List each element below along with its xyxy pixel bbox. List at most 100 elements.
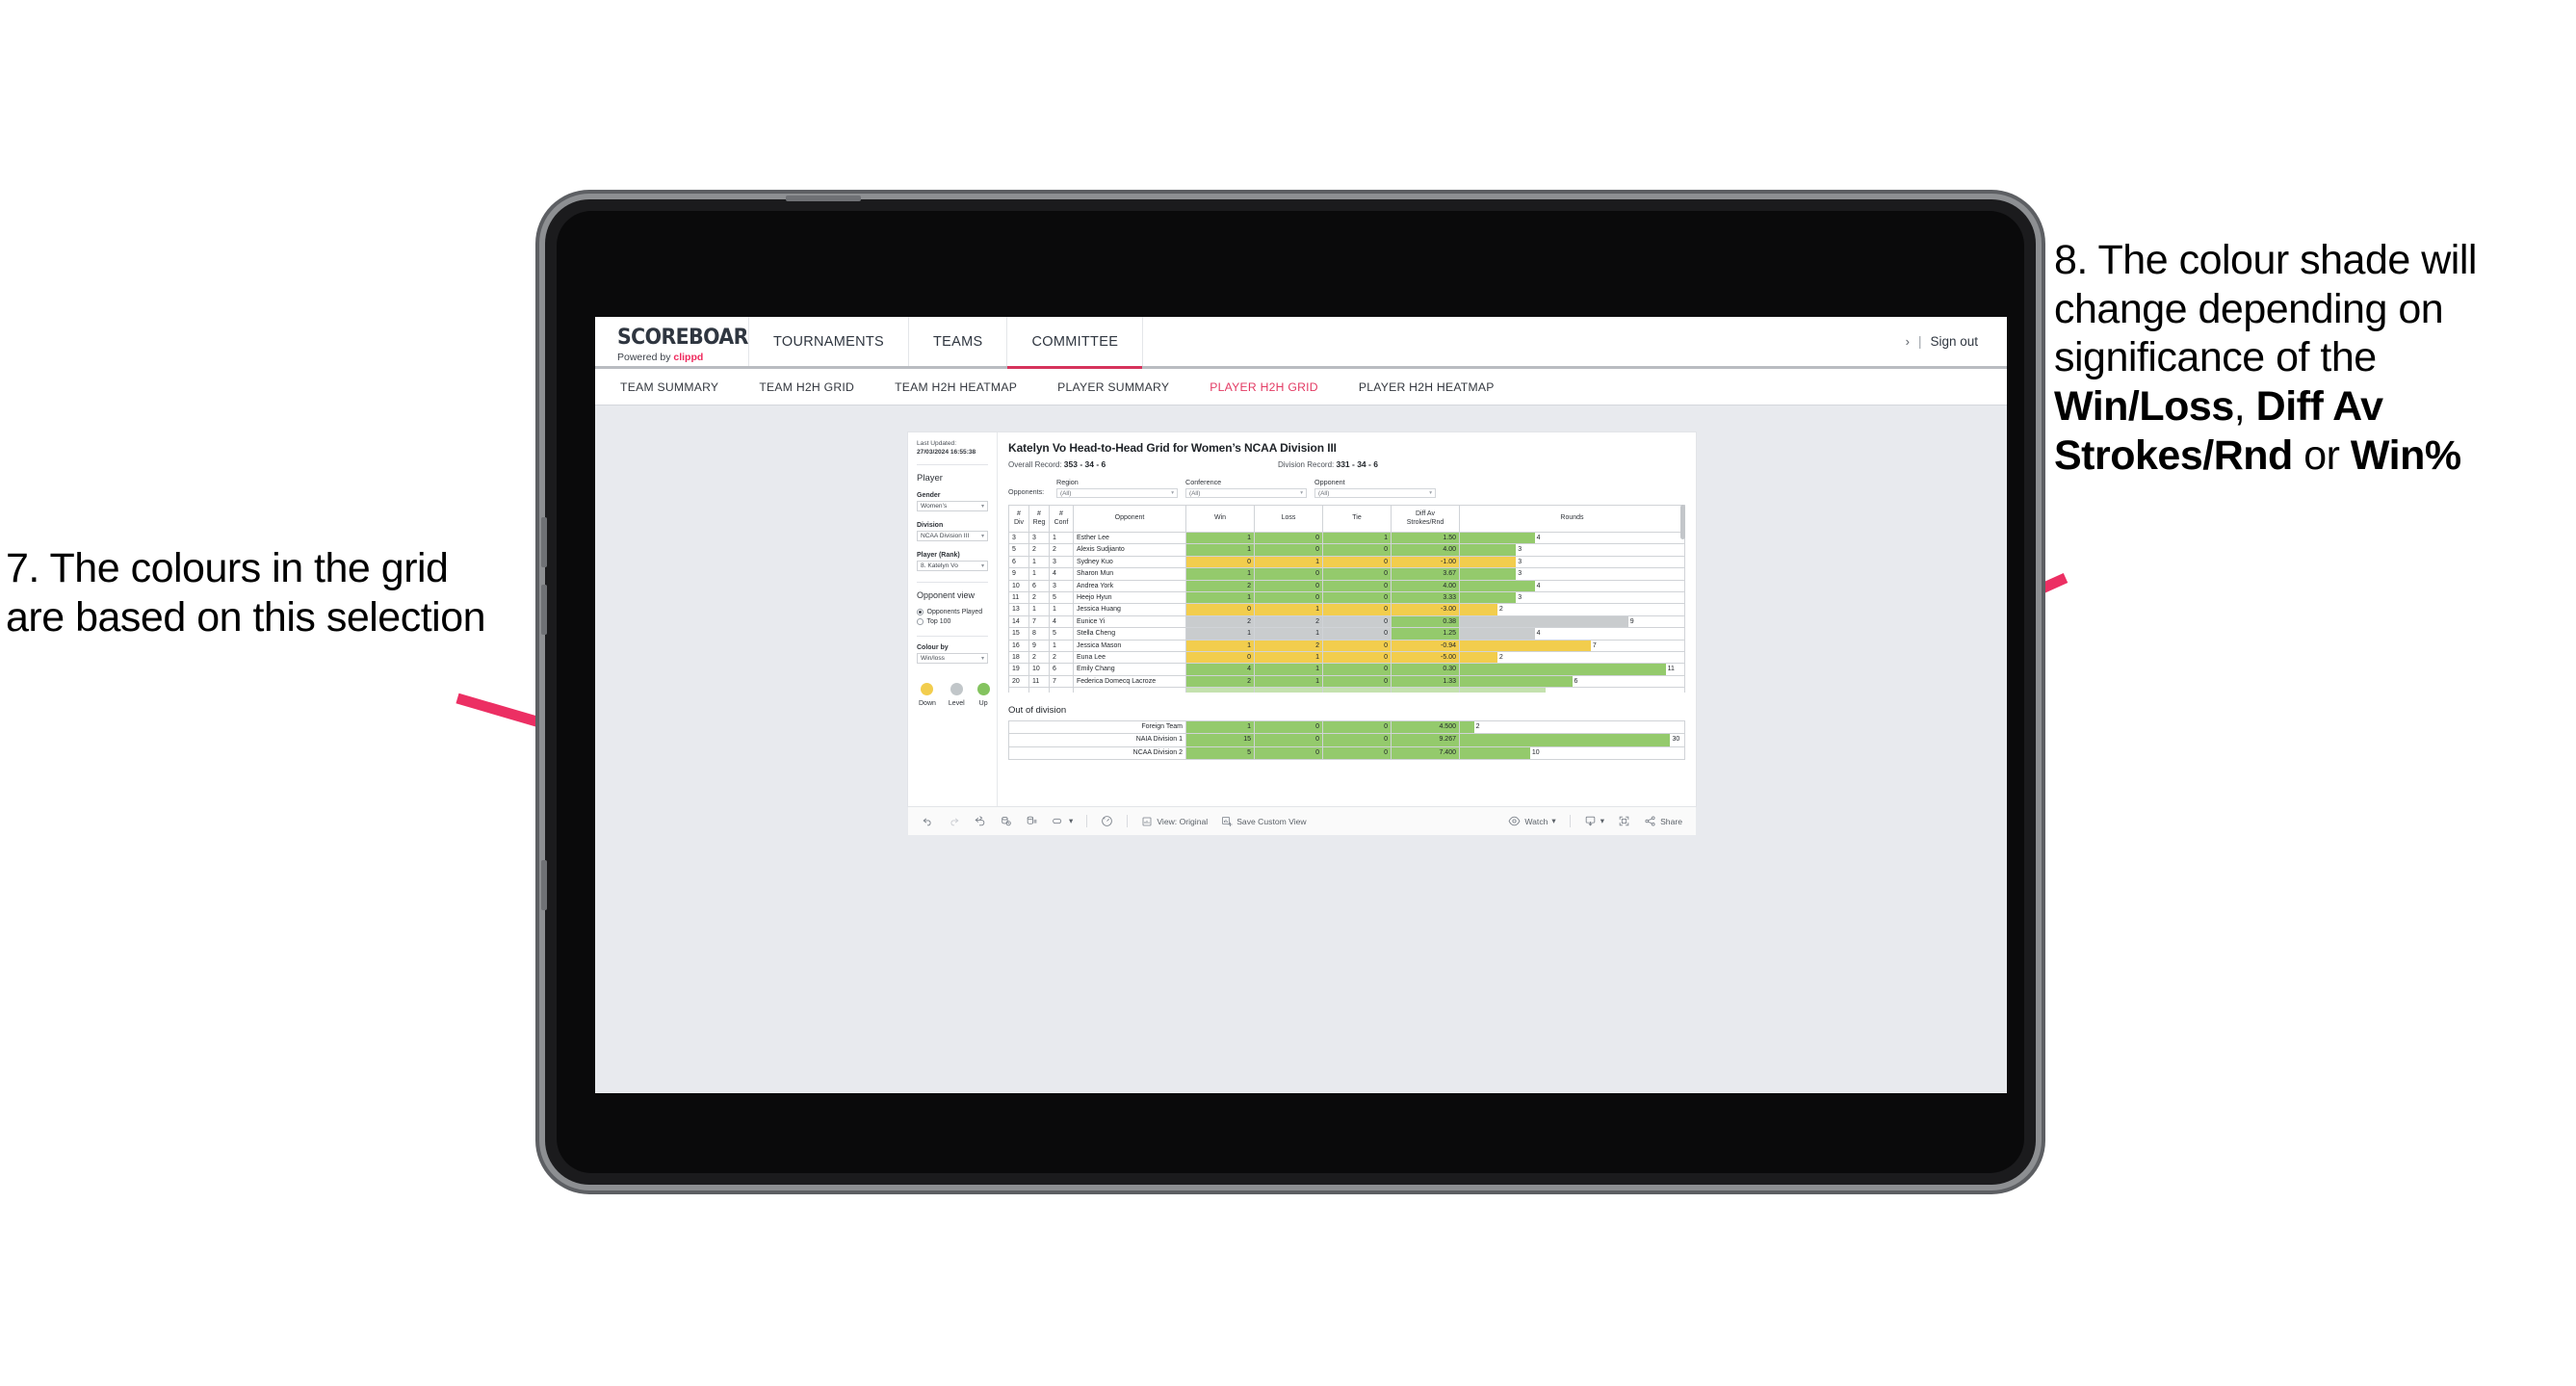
divider bbox=[1086, 815, 1088, 827]
cell-rounds: 2 bbox=[1459, 719, 1685, 735]
save-custom-view-button[interactable]: Save Custom View bbox=[1221, 816, 1307, 827]
fullscreen-icon[interactable] bbox=[1618, 815, 1630, 827]
watch-button[interactable]: Watch ▾ bbox=[1508, 815, 1556, 827]
column-header-6: Tie bbox=[1322, 505, 1392, 533]
division-dropdown[interactable]: NCAA Division III ▾ bbox=[917, 530, 988, 541]
cell-div: 20 bbox=[1008, 674, 1029, 689]
cell-group-name: NCAA Division 2 bbox=[1008, 745, 1186, 761]
gender-dropdown[interactable]: Women’s ▾ bbox=[917, 500, 988, 511]
sign-out-button[interactable]: Sign out bbox=[1930, 334, 1978, 349]
tab-team-h2h-heatmap[interactable]: TEAM H2H HEATMAP bbox=[895, 380, 1017, 394]
cell-tie: 1 bbox=[1322, 531, 1392, 545]
highlight-icon[interactable]: ▾ bbox=[1052, 815, 1073, 827]
tab-team-summary[interactable]: TEAM SUMMARY bbox=[620, 380, 718, 394]
vertical-scrollbar[interactable] bbox=[1680, 505, 1685, 539]
radio-label: Top 100 bbox=[926, 617, 951, 625]
region-label: Region bbox=[1056, 478, 1079, 486]
table-row[interactable]: 5 2 2 Alexis Sudjianto 1 0 0 4.00 3 bbox=[1008, 543, 1685, 557]
cell-div: 6 bbox=[1008, 555, 1029, 569]
topnav-item-committee[interactable]: COMMITTEE bbox=[1007, 317, 1144, 369]
volume-button-2[interactable] bbox=[541, 585, 547, 635]
conference-label: Conference bbox=[1185, 478, 1222, 486]
tab-player-h2h-heatmap[interactable]: PLAYER H2H HEATMAP bbox=[1359, 380, 1495, 394]
table-row[interactable]: 13 1 1 Jessica Huang 0 1 0 -3.00 2 bbox=[1008, 603, 1685, 616]
radio-icon bbox=[917, 618, 924, 625]
table-row[interactable]: 6 1 3 Sydney Kuo 0 1 0 -1.00 3 bbox=[1008, 555, 1685, 569]
cell-loss: 2 bbox=[1254, 639, 1323, 653]
table-row[interactable]: 14 7 4 Eunice Yi 2 2 0 0.38 9 bbox=[1008, 615, 1685, 629]
redo-icon[interactable] bbox=[948, 815, 960, 827]
opponent-label: Opponent bbox=[1314, 478, 1345, 486]
view-original-label: View: Original bbox=[1157, 816, 1209, 826]
cell-loss: 0 bbox=[1254, 591, 1323, 605]
pause-auto-update-icon[interactable] bbox=[1026, 815, 1038, 827]
cell-opponent: Stella Cheng bbox=[1073, 627, 1186, 641]
cell-group-name: NAIA Division 1 bbox=[1008, 733, 1186, 747]
table-row[interactable]: 16 9 1 Jessica Mason 1 2 0 -0.94 7 bbox=[1008, 639, 1685, 653]
table-row[interactable]: 3 3 1 Esther Lee 1 0 1 1.50 4 bbox=[1008, 531, 1685, 545]
cell-diff: 3.67 bbox=[1391, 567, 1460, 581]
table-row[interactable]: Foreign Team 1 0 0 4.500 2 bbox=[1008, 719, 1685, 735]
table-row[interactable]: NCAA Division 2 5 0 0 7.400 10 bbox=[1008, 745, 1685, 761]
cell-div: 3 bbox=[1008, 531, 1029, 545]
division-label: Division bbox=[917, 521, 944, 529]
divider bbox=[1127, 815, 1129, 827]
colour-by-dropdown[interactable]: Win/loss ▾ bbox=[917, 652, 988, 664]
cell-opponent: Alexis Sudjianto bbox=[1073, 543, 1186, 557]
chevron-down-icon: ▾ bbox=[980, 503, 984, 510]
table-row[interactable]: NAIA Division 1 15 0 0 9.267 30 bbox=[1008, 733, 1685, 747]
divider bbox=[917, 463, 988, 465]
opponent-dropdown[interactable]: (All) ▾ bbox=[1314, 488, 1436, 498]
cell-win: 1 bbox=[1185, 591, 1255, 605]
conference-dropdown[interactable]: (All) ▾ bbox=[1185, 488, 1307, 498]
table-row[interactable]: 10 6 3 Andrea York 2 0 0 4.00 4 bbox=[1008, 579, 1685, 593]
annotation-7: 7. The colours in the grid are based on … bbox=[6, 544, 516, 641]
table-row[interactable]: 11 2 5 Heejo Hyun 1 0 0 3.33 3 bbox=[1008, 591, 1685, 605]
brand-logo[interactable]: SCOREBOARD Powered by clippd bbox=[595, 317, 765, 366]
last-updated-label: Last Updated: bbox=[917, 440, 957, 447]
legend-label-level: Level bbox=[948, 699, 965, 707]
table-row[interactable]: 9 1 4 Sharon Mun 1 0 0 3.67 3 bbox=[1008, 567, 1685, 581]
table-row[interactable]: 19 10 6 Emily Chang 4 1 0 0.30 11 bbox=[1008, 663, 1685, 676]
topnav-item-teams[interactable]: TEAMS bbox=[909, 317, 1008, 366]
chevron-right-icon[interactable]: › bbox=[1906, 334, 1910, 349]
tab-player-summary[interactable]: PLAYER SUMMARY bbox=[1057, 380, 1169, 394]
revert-icon[interactable] bbox=[974, 815, 986, 827]
region-value: (All) bbox=[1060, 489, 1072, 497]
table-row[interactable]: 18 2 2 Euna Lee 0 1 0 -5.00 2 bbox=[1008, 651, 1685, 665]
cell-diff: 0.38 bbox=[1391, 615, 1460, 629]
tab-player-h2h-grid[interactable]: PLAYER H2H GRID bbox=[1210, 380, 1318, 394]
cell-tie: 0 bbox=[1322, 543, 1392, 557]
cell-reg: 1 bbox=[1028, 603, 1050, 616]
radio-opponents-played[interactable]: Opponents Played bbox=[917, 609, 988, 615]
download-icon[interactable]: ▾ bbox=[1584, 815, 1604, 827]
tab-team-h2h-grid[interactable]: TEAM H2H GRID bbox=[759, 380, 854, 394]
power-button[interactable] bbox=[786, 196, 861, 201]
refresh-data-icon[interactable] bbox=[1000, 815, 1012, 827]
legend-swatch-down bbox=[921, 682, 934, 695]
cell-loss: 0 bbox=[1254, 543, 1323, 557]
device-preview-icon[interactable] bbox=[1101, 815, 1113, 827]
view-original-button[interactable]: View: Original bbox=[1141, 816, 1208, 827]
cell-win: 4 bbox=[1185, 663, 1255, 676]
division-record-value: 331 - 34 - 6 bbox=[1336, 459, 1378, 469]
cell-tie: 0 bbox=[1322, 627, 1392, 641]
table-row[interactable]: 20 11 7 Federica Domecq Lacroze 2 1 0 1.33 6 bbox=[1008, 674, 1685, 689]
cell-rounds: 3 bbox=[1459, 555, 1685, 569]
cell-rounds: 4 bbox=[1459, 579, 1685, 593]
share-button[interactable]: Share bbox=[1644, 815, 1682, 827]
radio-top-100[interactable]: Top 100 bbox=[917, 618, 988, 625]
cell-loss: 0 bbox=[1254, 733, 1323, 747]
cell-loss: 0 bbox=[1254, 719, 1323, 735]
cell-win: 0 bbox=[1185, 555, 1255, 569]
chevron-down-icon: ▾ bbox=[1429, 490, 1432, 496]
volume-button-3[interactable] bbox=[541, 860, 547, 910]
table-row[interactable]: 15 8 5 Stella Cheng 1 1 0 1.25 4 bbox=[1008, 627, 1685, 641]
volume-button-1[interactable] bbox=[541, 517, 547, 567]
region-dropdown[interactable]: (All) ▾ bbox=[1056, 488, 1178, 498]
topnav-item-tournaments[interactable]: TOURNAMENTS bbox=[749, 317, 910, 366]
watch-label: Watch bbox=[1524, 816, 1548, 826]
cell-opponent: Andrea York bbox=[1073, 579, 1186, 593]
undo-icon[interactable] bbox=[922, 815, 934, 827]
player-rank-dropdown[interactable]: 8. Katelyn Vo ▾ bbox=[917, 560, 988, 571]
